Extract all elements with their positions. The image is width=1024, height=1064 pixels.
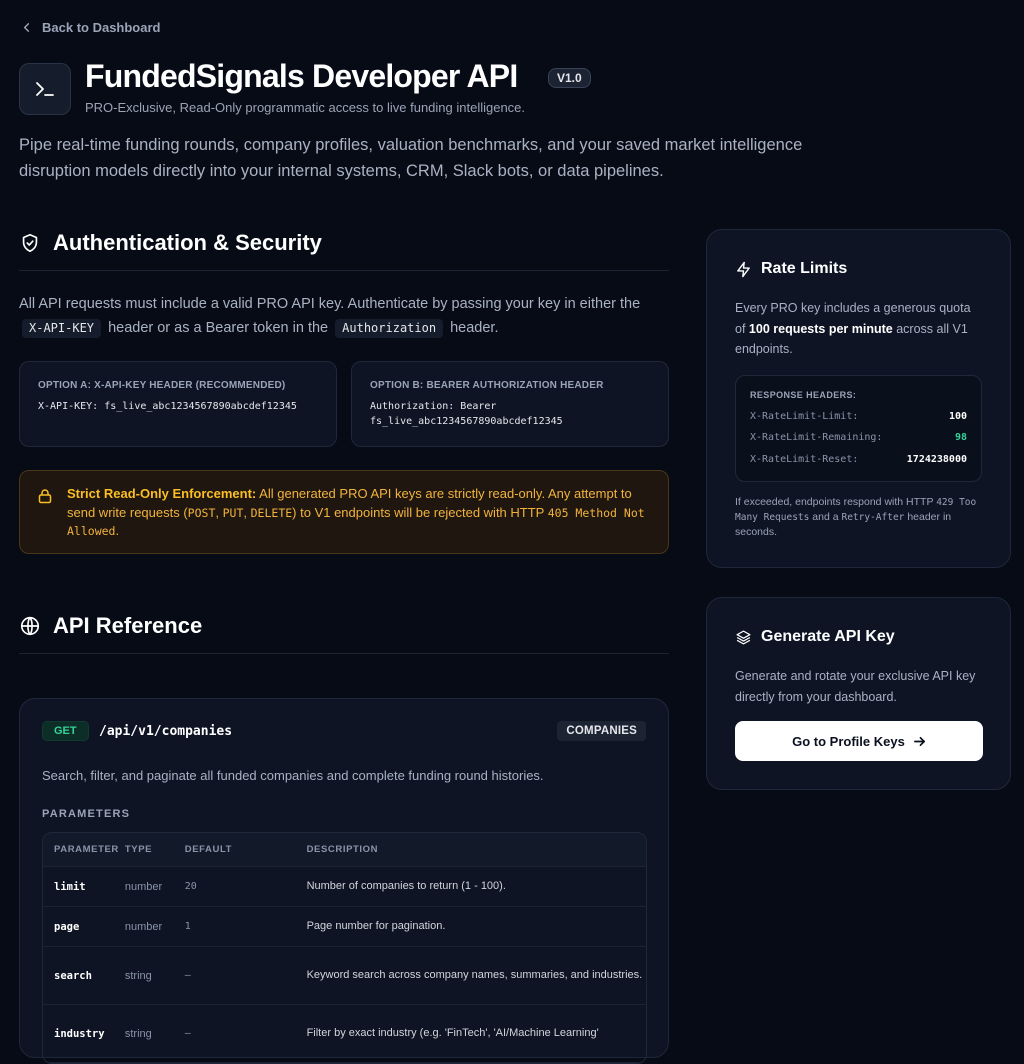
- auth-text-3: header.: [450, 319, 499, 336]
- endpoint-card-companies: GET /api/v1/companies COMPANIES Search, …: [19, 698, 669, 1064]
- endpoint-path: /api/v1/companies: [99, 724, 233, 739]
- response-header-row: X-RateLimit-Limit: 100: [750, 411, 967, 422]
- warning-end: .: [115, 523, 120, 538]
- param-default: 20: [184, 881, 197, 892]
- option-b-title: OPTION B: BEARER AUTHORIZATION HEADER: [370, 380, 604, 391]
- param-name: industry: [54, 1027, 105, 1040]
- generate-key-heading: Generate API Key: [761, 628, 895, 645]
- response-header-row: X-RateLimit-Remaining: 98: [750, 432, 967, 443]
- version-badge: V1.0: [548, 68, 591, 88]
- method-badge: GET: [42, 721, 89, 741]
- warning-title: Strict Read-Only Enforcement:: [67, 486, 257, 501]
- parameters-table: PARAMETER TYPE DEFAULT DESCRIPTION limit…: [42, 832, 647, 1064]
- column-header: DEFAULT: [184, 844, 233, 855]
- warning-sep-2: ,: [243, 504, 251, 520]
- rate-limit-exceeded-note: If exceeded, endpoints respond with HTTP…: [735, 495, 982, 540]
- param-description: Number of companies to return (1 - 100).: [306, 880, 506, 892]
- arrow-right-icon: [913, 736, 925, 746]
- back-to-dashboard-link[interactable]: Back to Dashboard: [21, 20, 160, 35]
- option-b-code-line-2: fs_live_abc1234567890abcdef12345: [370, 415, 563, 427]
- header-key: X-RateLimit-Reset:: [750, 453, 859, 465]
- header-value: 100: [948, 410, 967, 422]
- rate-limits-card: Rate Limits Every PRO key includes a gen…: [706, 229, 1011, 568]
- param-description: Filter by exact industry (e.g. 'FinTech'…: [306, 1027, 599, 1039]
- table-row: page number 1 Page number for pagination…: [43, 907, 646, 947]
- read-only-warning: Strict Read-Only Enforcement: All genera…: [19, 470, 669, 554]
- response-header-row: X-RateLimit-Reset: 1724238000: [750, 454, 967, 465]
- option-a-code: X-API-KEY: fs_live_abc1234567890abcdef12…: [38, 401, 297, 412]
- endpoint-description: Search, filter, and paginate all funded …: [42, 768, 544, 783]
- authorization-chip: Authorization: [335, 318, 444, 338]
- api-reference-heading: API Reference: [53, 613, 203, 638]
- auth-heading: Authentication & Security: [53, 230, 322, 255]
- param-type: number: [124, 880, 163, 893]
- layers-icon: [736, 629, 751, 645]
- column-header: DESCRIPTION: [306, 844, 379, 855]
- retry-after-code: Retry-After: [841, 512, 905, 523]
- back-link-label: Back to Dashboard: [42, 20, 161, 35]
- option-b-card: OPTION B: BEARER AUTHORIZATION HEADER Au…: [351, 361, 669, 447]
- auth-text-2: header or as a Bearer token in the: [108, 319, 329, 336]
- generate-key-description: Generate and rotate your exclusive API k…: [735, 669, 976, 704]
- generate-key-header: Generate API Key: [735, 628, 982, 646]
- lightning-icon: [737, 261, 750, 277]
- param-name: search: [54, 969, 92, 982]
- header-key: X-RateLimit-Remaining:: [750, 432, 883, 443]
- table-row: limit number 20 Number of companies to r…: [43, 867, 646, 907]
- chevron-left-icon: [23, 23, 30, 32]
- table-header-row: PARAMETER TYPE DEFAULT DESCRIPTION: [43, 833, 646, 867]
- header-value: 98: [954, 432, 967, 443]
- header-key: X-RateLimit-Limit:: [750, 410, 859, 422]
- foot-text-1: If exceeded, endpoints respond with HTTP: [735, 496, 934, 508]
- option-a-card: OPTION A: X-API-KEY HEADER (RECOMMENDED)…: [19, 361, 337, 447]
- header-value: 1724238000: [906, 453, 967, 465]
- method-delete: DELETE: [250, 505, 293, 520]
- response-headers-title: RESPONSE HEADERS:: [750, 389, 857, 400]
- intro-text: Pipe real-time funding rounds, company p…: [19, 136, 803, 180]
- rate-limits-description: Every PRO key includes a generous quota …: [735, 298, 982, 360]
- shield-check-icon: [22, 233, 38, 253]
- param-description: Keyword search across company names, sum…: [306, 969, 643, 981]
- endpoint-tag: COMPANIES: [557, 721, 646, 741]
- param-name: limit: [54, 880, 86, 893]
- table-row: industry string — Filter by exact indust…: [43, 1005, 646, 1063]
- warning-sep-1: ,: [215, 504, 223, 520]
- foot-text-2: and a: [812, 511, 839, 523]
- rate-limits-heading: Rate Limits: [761, 260, 848, 277]
- rate-limits-header: Rate Limits: [735, 260, 982, 278]
- option-b-code-line-1: Authorization: Bearer: [370, 401, 497, 412]
- auth-text-1: All API requests must include a valid PR…: [19, 296, 641, 312]
- lock-icon: [38, 489, 52, 504]
- rate-quota: 100 requests per minute: [748, 321, 893, 336]
- warning-text-2: ) to V1 endpoints will be rejected with …: [292, 504, 545, 520]
- param-description: Page number for pagination.: [306, 920, 446, 932]
- page-subtitle: PRO-Exclusive, Read-Only programmatic ac…: [85, 100, 526, 115]
- column-header: PARAMETER: [54, 844, 119, 855]
- profile-button-label: Go to Profile Keys: [792, 733, 905, 749]
- method-put: PUT: [222, 505, 244, 520]
- auth-section-header: Authentication & Security: [19, 230, 669, 271]
- param-type: string: [124, 969, 152, 982]
- auth-description: All API requests must include a valid PR…: [19, 293, 669, 340]
- param-default: —: [184, 970, 191, 981]
- response-headers-box: RESPONSE HEADERS: X-RateLimit-Limit: 100…: [735, 374, 982, 482]
- generate-key-card: Generate API Key Generate and rotate you…: [706, 597, 1011, 790]
- terminal-icon: [19, 63, 71, 115]
- table-row: search string — Keyword search across co…: [43, 947, 646, 1005]
- parameters-label: PARAMETERS: [42, 808, 131, 820]
- param-type: number: [124, 920, 163, 933]
- x-api-key-chip: X-API-KEY: [22, 318, 102, 338]
- method-post: POST: [187, 505, 216, 520]
- param-default: 1: [184, 921, 191, 932]
- page-title: FundedSignals Developer API: [85, 58, 518, 94]
- param-default: —: [184, 1028, 191, 1039]
- globe-icon: [20, 616, 40, 636]
- param-name: page: [54, 920, 80, 933]
- param-type: string: [124, 1027, 152, 1040]
- api-reference-header: API Reference: [19, 613, 669, 654]
- option-a-title: OPTION A: X-API-KEY HEADER (RECOMMENDED): [38, 380, 286, 391]
- go-to-profile-keys-button[interactable]: Go to Profile Keys: [735, 721, 983, 761]
- column-header: TYPE: [124, 844, 153, 855]
